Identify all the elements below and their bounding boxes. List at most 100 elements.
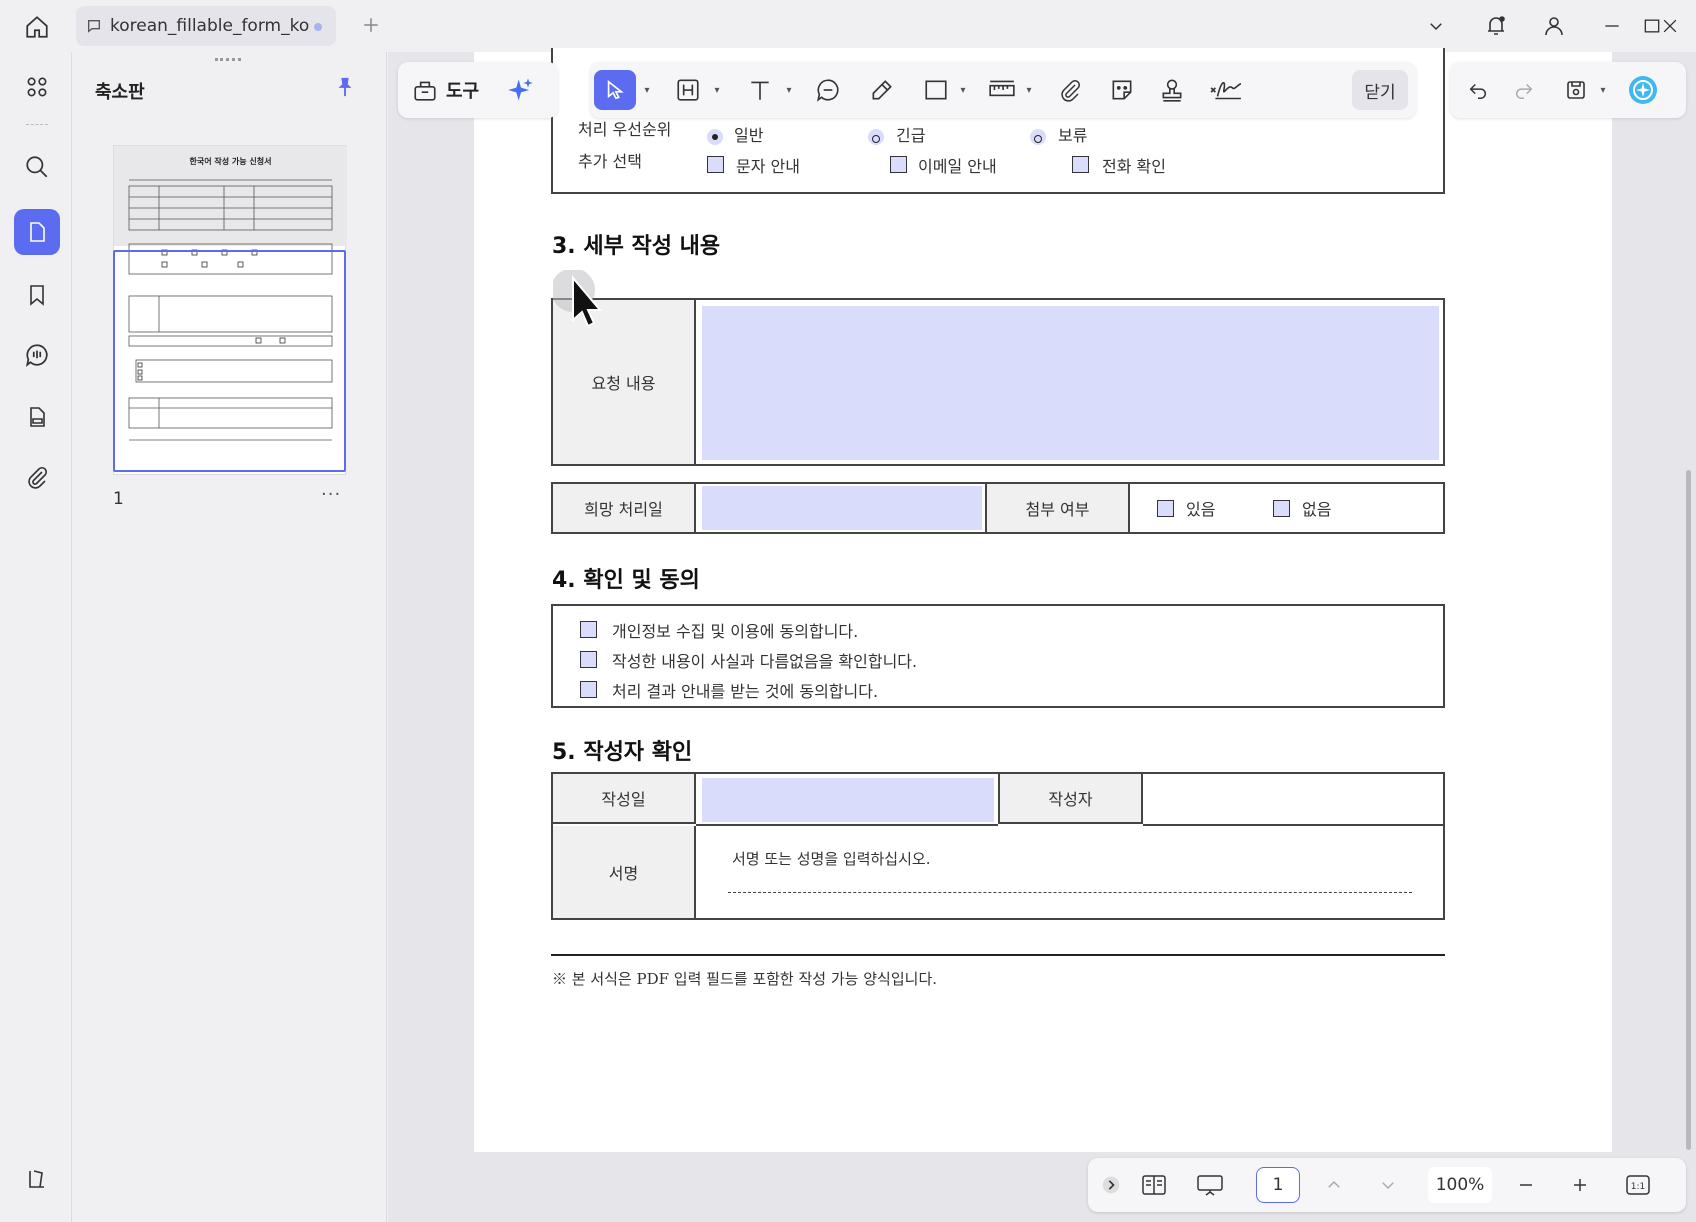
extra-option-sms: 문자 안내 <box>736 157 800 176</box>
pdf-page[interactable]: 처리 우선순위 일반 긴급 보류 추가 선택 문자 안내 이메일 안내 전화 확… <box>474 48 1612 1152</box>
search-icon[interactable] <box>14 144 60 190</box>
author-label: 작성자 <box>998 774 1143 824</box>
expand-icon[interactable] <box>1098 1167 1124 1203</box>
attachment-checkbox-yes[interactable] <box>1157 500 1174 517</box>
zoom-out-icon[interactable] <box>1508 1167 1544 1203</box>
tab-title: korean_fillable_form_ko <box>110 16 310 36</box>
more-options-icon[interactable]: ··· <box>321 484 341 505</box>
apps-grid-icon[interactable] <box>14 64 60 110</box>
page-number-input[interactable]: 1 <box>1256 1167 1300 1203</box>
priority-option-normal: 일반 <box>734 126 764 145</box>
bookmark-icon[interactable] <box>14 272 60 318</box>
desired-date-label: 희망 처리일 <box>553 484 696 532</box>
previous-page-icon[interactable] <box>1316 1167 1352 1203</box>
zoom-in-icon[interactable] <box>1562 1167 1598 1203</box>
minimize-icon[interactable] <box>1594 8 1630 44</box>
undo-icon[interactable] <box>1458 70 1498 110</box>
footer-divider <box>551 954 1445 956</box>
page-layers-icon[interactable] <box>14 394 60 440</box>
rectangle-tool-icon[interactable] <box>916 70 956 110</box>
pencil-tool-icon[interactable] <box>862 70 902 110</box>
section-4-title: 4. 확인 및 동의 <box>552 568 700 593</box>
priority-radio-hold[interactable] <box>1030 129 1046 145</box>
document-viewport[interactable]: 처리 우선순위 일반 긴급 보류 추가 선택 문자 안내 이메일 안내 전화 확… <box>388 48 1696 1222</box>
chevron-down-icon[interactable] <box>1418 8 1454 44</box>
thumbnail-selection <box>113 250 346 472</box>
select-tool-icon[interactable] <box>594 70 636 110</box>
comments-icon[interactable] <box>14 332 60 378</box>
extra-checkbox-email[interactable] <box>890 156 907 173</box>
priority-radio-normal[interactable] <box>707 129 723 145</box>
footnote: ※ 본 서식은 PDF 입력 필드를 포함한 작성 가능 양식입니다. <box>552 970 938 988</box>
chevron-down-icon[interactable]: ▾ <box>782 70 796 110</box>
text-tool-icon[interactable] <box>740 70 780 110</box>
priority-radio-urgent[interactable] <box>868 129 884 145</box>
document-tab[interactable]: korean_fillable_form_ko <box>76 6 336 46</box>
author-field[interactable] <box>1145 776 1443 822</box>
attachment-tool-icon[interactable] <box>1050 70 1090 110</box>
consent-checkbox-3[interactable] <box>580 681 597 698</box>
highlight-tool-icon[interactable] <box>668 70 708 110</box>
section-5-title: 5. 작성자 확인 <box>552 740 693 765</box>
thumbnail-panel: 축소판 한국어 작성 가능 신청서 1 ··· <box>73 52 387 1222</box>
consent-checkbox-2[interactable] <box>580 651 597 668</box>
comment-tool-icon[interactable] <box>808 70 848 110</box>
ai-sparkle-icon[interactable] <box>507 76 535 104</box>
tools-toolbar: 도구 <box>398 62 558 118</box>
desired-date-field[interactable] <box>702 486 982 530</box>
extra-checkbox-sms[interactable] <box>707 156 724 173</box>
save-icon[interactable] <box>1556 70 1596 110</box>
sticker-tool-icon[interactable] <box>1102 70 1142 110</box>
signature-line[interactable] <box>728 892 1412 893</box>
chevron-down-icon[interactable]: ▾ <box>710 70 724 110</box>
consent-checkbox-1[interactable] <box>580 621 597 638</box>
close-window-icon[interactable] <box>1652 8 1688 44</box>
actual-size-icon[interactable]: 1:1 <box>1618 1167 1658 1203</box>
section-3-title: 3. 세부 작성 내용 <box>552 234 721 259</box>
presentation-icon[interactable] <box>1190 1167 1230 1203</box>
comment-icon <box>86 18 102 34</box>
toolbox-icon[interactable] <box>412 77 438 103</box>
signature-hint: 서명 또는 성명을 입력하십시오. <box>732 850 931 868</box>
page-view-icon[interactable] <box>1134 1167 1174 1203</box>
library-icon[interactable] <box>14 1156 60 1202</box>
attachment-icon[interactable] <box>14 454 60 500</box>
page-navigation-bar: 1 100% 1:1 <box>1088 1158 1686 1212</box>
request-text-field[interactable] <box>702 306 1439 460</box>
stamp-tool-icon[interactable] <box>1152 70 1192 110</box>
chevron-down-icon[interactable]: ▾ <box>956 70 970 110</box>
zoom-level[interactable]: 100% <box>1428 1167 1492 1203</box>
date-row-divider <box>696 824 998 826</box>
next-page-icon[interactable] <box>1370 1167 1406 1203</box>
redo-icon[interactable] <box>1504 70 1544 110</box>
pin-icon[interactable] <box>334 76 356 102</box>
priority-label: 처리 우선순위 <box>578 120 672 139</box>
attachment-checkbox-no[interactable] <box>1273 500 1290 517</box>
date-field[interactable] <box>702 778 994 822</box>
signature-tool-icon[interactable] <box>1204 70 1248 110</box>
consent-item-1: 개인정보 수집 및 이용에 동의합니다. <box>612 622 859 641</box>
svg-text:1:1: 1:1 <box>1631 1182 1645 1192</box>
close-toolbar-button[interactable]: 닫기 <box>1352 70 1408 110</box>
extra-label: 추가 선택 <box>578 152 642 171</box>
panel-drag-handle[interactable] <box>215 58 241 62</box>
tools-label[interactable]: 도구 <box>446 77 479 103</box>
ai-assistant-icon[interactable] <box>1622 70 1664 110</box>
consent-item-2: 작성한 내용이 사실과 다름없음을 확인합니다. <box>612 652 918 671</box>
notification-icon[interactable] <box>1478 8 1514 44</box>
chevron-down-icon[interactable]: ▾ <box>1022 70 1036 110</box>
chevron-down-icon[interactable]: ▾ <box>640 70 654 110</box>
vertical-scrollbar[interactable] <box>1686 470 1691 1150</box>
extra-option-phone: 전화 확인 <box>1102 157 1166 176</box>
rail-divider <box>26 124 48 125</box>
author-row-divider <box>1143 824 1443 826</box>
user-icon[interactable] <box>1536 8 1572 44</box>
new-tab-icon[interactable] <box>356 10 386 40</box>
measure-tool-icon[interactable] <box>982 70 1022 110</box>
mouse-cursor <box>551 268 623 354</box>
extra-checkbox-phone[interactable] <box>1072 156 1089 173</box>
chevron-down-icon[interactable]: ▾ <box>1596 70 1610 110</box>
home-icon[interactable] <box>20 10 54 44</box>
left-rail <box>0 52 72 1222</box>
thumbnails-icon[interactable] <box>14 209 60 255</box>
